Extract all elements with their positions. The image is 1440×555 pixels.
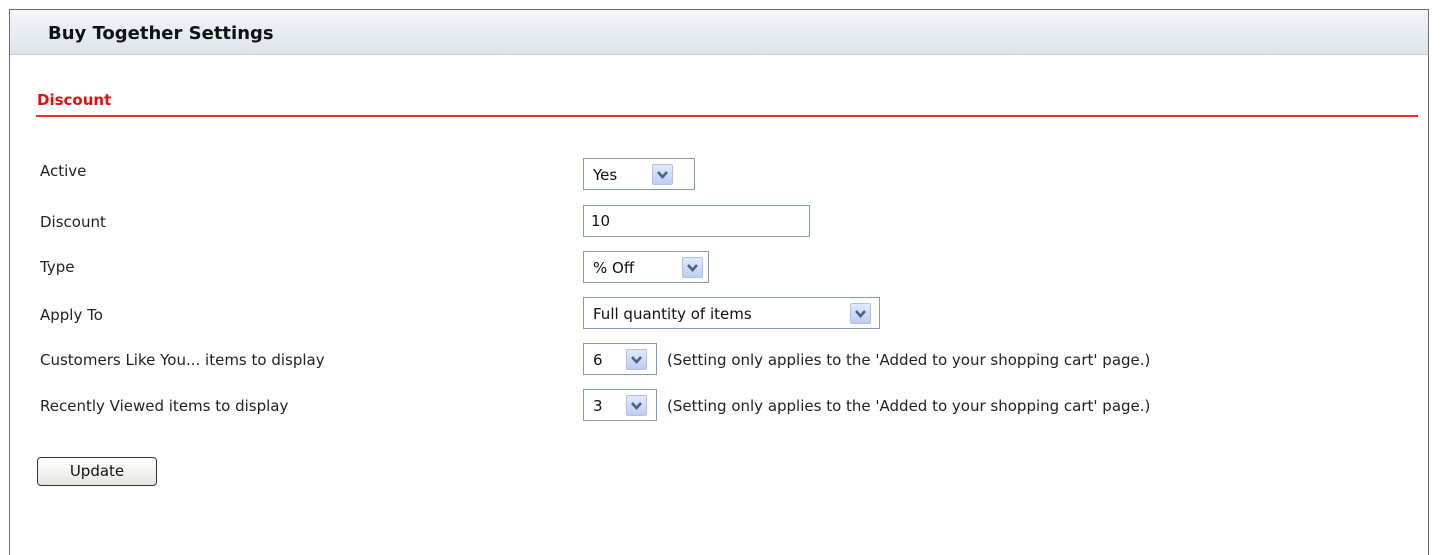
chevron-down-icon[interactable] (652, 164, 673, 185)
recently-viewed-note: (Setting only applies to the 'Added to y… (667, 397, 1151, 415)
settings-panel: Buy Together Settings Discount Active Ye… (9, 9, 1429, 555)
page-title: Buy Together Settings (48, 23, 274, 44)
discount-label: Discount (40, 213, 106, 231)
active-select[interactable]: Yes (583, 158, 695, 190)
chevron-down-icon[interactable] (626, 349, 647, 370)
chevron-down-icon[interactable] (682, 257, 703, 278)
customers-like-you-note: (Setting only applies to the 'Added to y… (667, 351, 1151, 369)
recently-viewed-select-value: 3 (593, 397, 603, 415)
recently-viewed-select[interactable]: 3 (583, 389, 657, 421)
customers-like-you-select-value: 6 (593, 351, 603, 369)
type-select-value: % Off (593, 259, 635, 277)
active-select-value: Yes (593, 166, 618, 184)
customers-like-you-select[interactable]: 6 (583, 343, 657, 375)
apply-to-select[interactable]: Full quantity of items (583, 297, 880, 329)
section-divider (36, 115, 1418, 117)
type-select[interactable]: % Off (583, 251, 709, 283)
panel-header: Buy Together Settings (10, 10, 1428, 55)
type-label: Type (40, 258, 75, 276)
active-label: Active (40, 162, 87, 180)
section-title: Discount (37, 91, 112, 109)
apply-to-select-value: Full quantity of items (593, 305, 752, 323)
customers-like-you-label: Customers Like You... items to display (40, 351, 325, 369)
discount-input-value: 10 (591, 212, 611, 230)
chevron-down-icon[interactable] (850, 303, 871, 324)
apply-to-label: Apply To (40, 306, 103, 324)
discount-input[interactable]: 10 (583, 205, 810, 237)
chevron-down-icon[interactable] (626, 395, 647, 416)
recently-viewed-label: Recently Viewed items to display (40, 397, 289, 415)
update-button[interactable]: Update (37, 457, 157, 486)
